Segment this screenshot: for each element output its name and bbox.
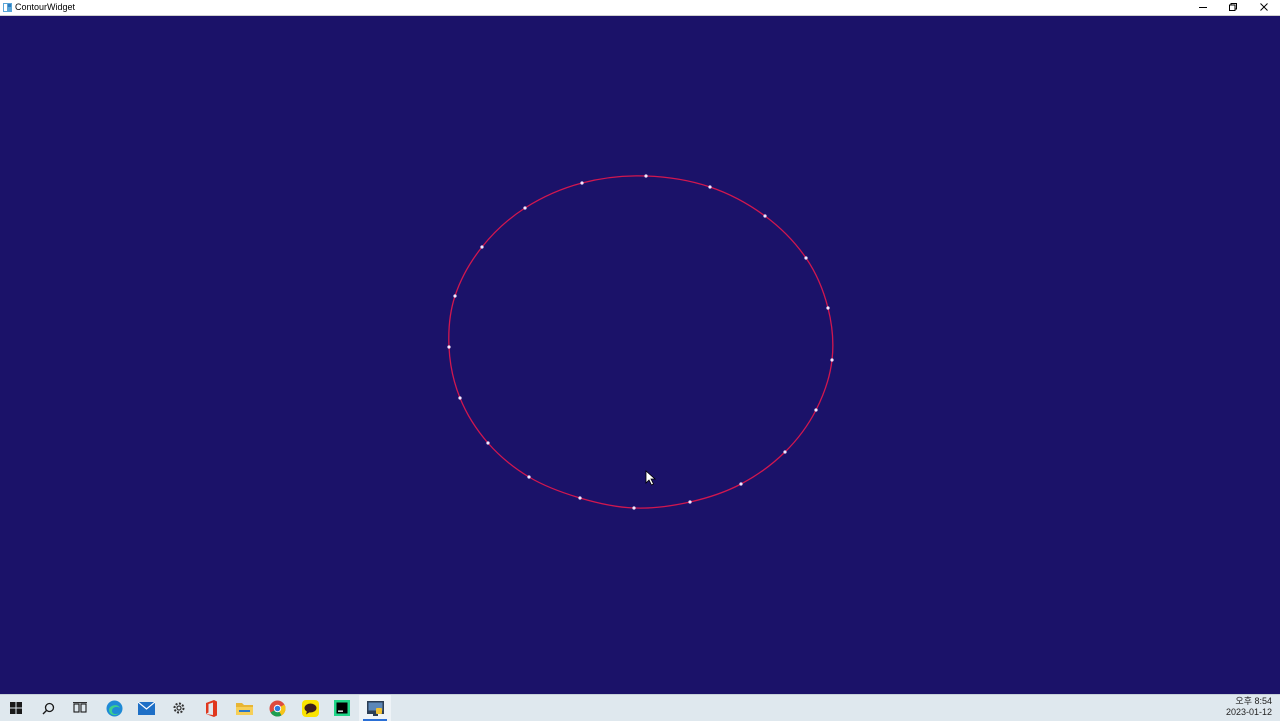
start-button[interactable]	[0, 695, 32, 721]
mouse-cursor	[645, 470, 657, 486]
python-app-icon	[366, 700, 384, 716]
taskbar-pycharm[interactable]	[326, 695, 358, 721]
taskbar-contour-widget[interactable]	[359, 695, 391, 721]
contour-point[interactable]	[708, 185, 712, 189]
chrome-icon	[269, 700, 286, 716]
contour-point[interactable]	[739, 482, 743, 486]
contour-point[interactable]	[644, 174, 648, 178]
contour-point[interactable]	[804, 256, 808, 260]
contour-point[interactable]	[783, 450, 787, 454]
windows-logo-icon	[10, 702, 22, 714]
clock-time: 오후 8:54	[1235, 696, 1272, 706]
kakaotalk-icon	[301, 699, 319, 717]
taskbar: 오후 8:54 2023-01-12	[0, 694, 1280, 721]
taskbar-file-explorer[interactable]	[228, 695, 260, 721]
mail-icon	[137, 701, 155, 715]
contour-point[interactable]	[763, 214, 767, 218]
taskbar-edge[interactable]	[98, 695, 130, 721]
contour-point[interactable]	[826, 306, 830, 310]
contour-point[interactable]	[458, 396, 462, 400]
task-view-icon	[73, 702, 87, 713]
taskbar-mail[interactable]	[130, 695, 162, 721]
contour-point[interactable]	[527, 475, 531, 479]
contour-point[interactable]	[486, 441, 490, 445]
taskbar-office[interactable]	[195, 695, 227, 721]
taskbar-chrome[interactable]	[261, 695, 293, 721]
taskbar-settings[interactable]	[163, 695, 195, 721]
search-button[interactable]	[32, 695, 64, 721]
gear-icon	[173, 702, 185, 714]
contour-point[interactable]	[814, 408, 818, 412]
edge-icon	[106, 700, 122, 716]
clock-date: 2023-01-12	[1225, 707, 1272, 717]
contour-point[interactable]	[447, 345, 451, 349]
contour-svg	[447, 174, 834, 510]
contour-point[interactable]	[523, 206, 527, 210]
pycharm-icon	[334, 700, 350, 716]
contour-point[interactable]	[580, 181, 584, 185]
contour-point[interactable]	[578, 496, 582, 500]
office-icon	[206, 699, 217, 717]
task-view-button[interactable]	[64, 695, 96, 721]
contour-point[interactable]	[632, 506, 636, 510]
search-icon	[42, 702, 54, 714]
contour-line	[448, 175, 834, 509]
folder-icon	[235, 702, 253, 715]
contour-point[interactable]	[688, 500, 692, 504]
contour-point[interactable]	[480, 245, 484, 249]
taskbar-kakaotalk[interactable]	[294, 695, 326, 721]
contour-point[interactable]	[453, 294, 457, 298]
contour-point[interactable]	[830, 358, 834, 362]
system-clock[interactable]: 오후 8:54 2023-01-12	[1226, 696, 1272, 718]
contour-canvas[interactable]	[0, 16, 1280, 694]
